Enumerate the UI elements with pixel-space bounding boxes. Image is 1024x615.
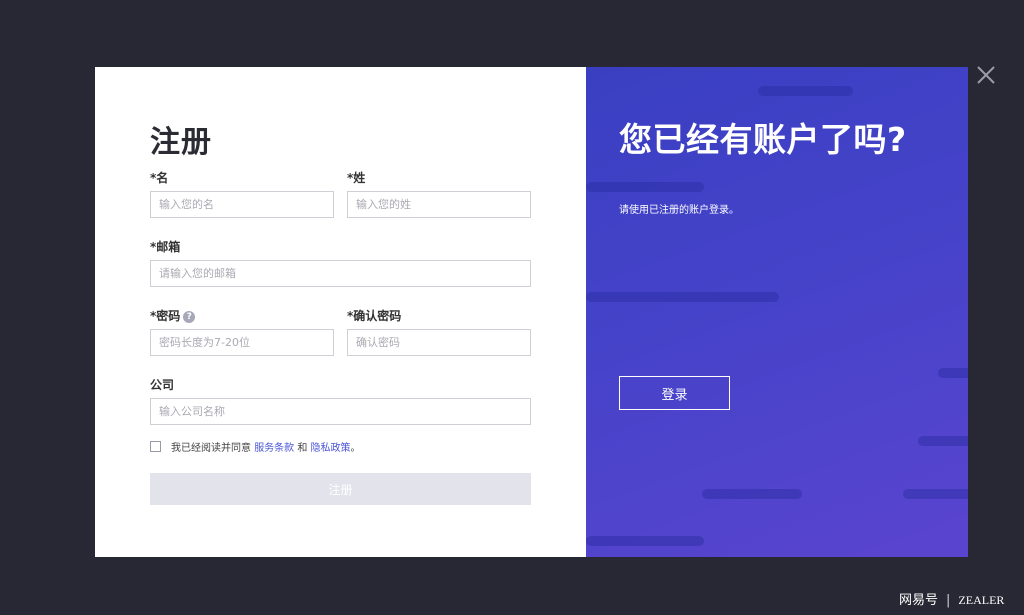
login-panel: 您已经有账户了吗? 请使用已注册的账户登录。 登录: [586, 67, 968, 557]
agree-checkbox[interactable]: [150, 441, 161, 452]
register-title: 注册: [150, 125, 212, 160]
decor-stripe: [586, 536, 704, 546]
agreement-prefix: 我已经阅读并同意: [171, 443, 255, 454]
login-prompt-title: 您已经有账户了吗?: [619, 120, 907, 159]
decor-stripe: [903, 489, 968, 499]
password-input[interactable]: [150, 329, 334, 356]
decor-stripe: [758, 86, 853, 96]
login-button[interactable]: 登录: [619, 376, 730, 410]
decor-stripe: [586, 292, 779, 302]
email-label: *邮箱: [150, 240, 181, 254]
company-input[interactable]: [150, 398, 531, 425]
first-name-label: *名: [150, 171, 169, 185]
watermark-source: 网易号: [899, 593, 939, 608]
register-button[interactable]: 注册: [150, 473, 531, 505]
agreement-middle: 和: [294, 443, 311, 454]
login-prompt-subtitle: 请使用已注册的账户登录。: [619, 205, 739, 216]
last-name-input[interactable]: [347, 191, 531, 218]
password-label-row: *密码?: [150, 307, 196, 324]
register-modal: 注册 *名 *姓 *邮箱 *密码? *确认密码 公司 我已经阅读并同意 服务条款…: [95, 67, 968, 557]
decor-stripe: [586, 182, 704, 192]
watermark-brand: ZEALER: [958, 593, 1005, 607]
password-label: *密码: [150, 309, 181, 323]
terms-link[interactable]: 服务条款: [254, 443, 294, 454]
confirm-password-label: *确认密码: [347, 309, 402, 323]
confirm-password-input[interactable]: [347, 329, 531, 356]
privacy-link[interactable]: 隐私政策: [311, 443, 351, 454]
first-name-input[interactable]: [150, 191, 334, 218]
last-name-label: *姓: [347, 171, 366, 185]
decor-stripe: [938, 368, 968, 378]
decor-stripe: [918, 436, 968, 446]
agreement-text: 我已经阅读并同意 服务条款 和 隐私政策。: [171, 439, 361, 454]
watermark: 网易号 | ZEALER: [899, 589, 1004, 608]
company-label: 公司: [150, 378, 175, 392]
watermark-separator: |: [946, 593, 951, 608]
email-input[interactable]: [150, 260, 531, 287]
register-form: 注册 *名 *姓 *邮箱 *密码? *确认密码 公司 我已经阅读并同意 服务条款…: [95, 67, 586, 557]
help-icon[interactable]: ?: [183, 310, 196, 323]
decor-stripe: [702, 489, 802, 499]
close-icon[interactable]: [974, 63, 998, 87]
agreement-suffix: 。: [350, 443, 361, 454]
